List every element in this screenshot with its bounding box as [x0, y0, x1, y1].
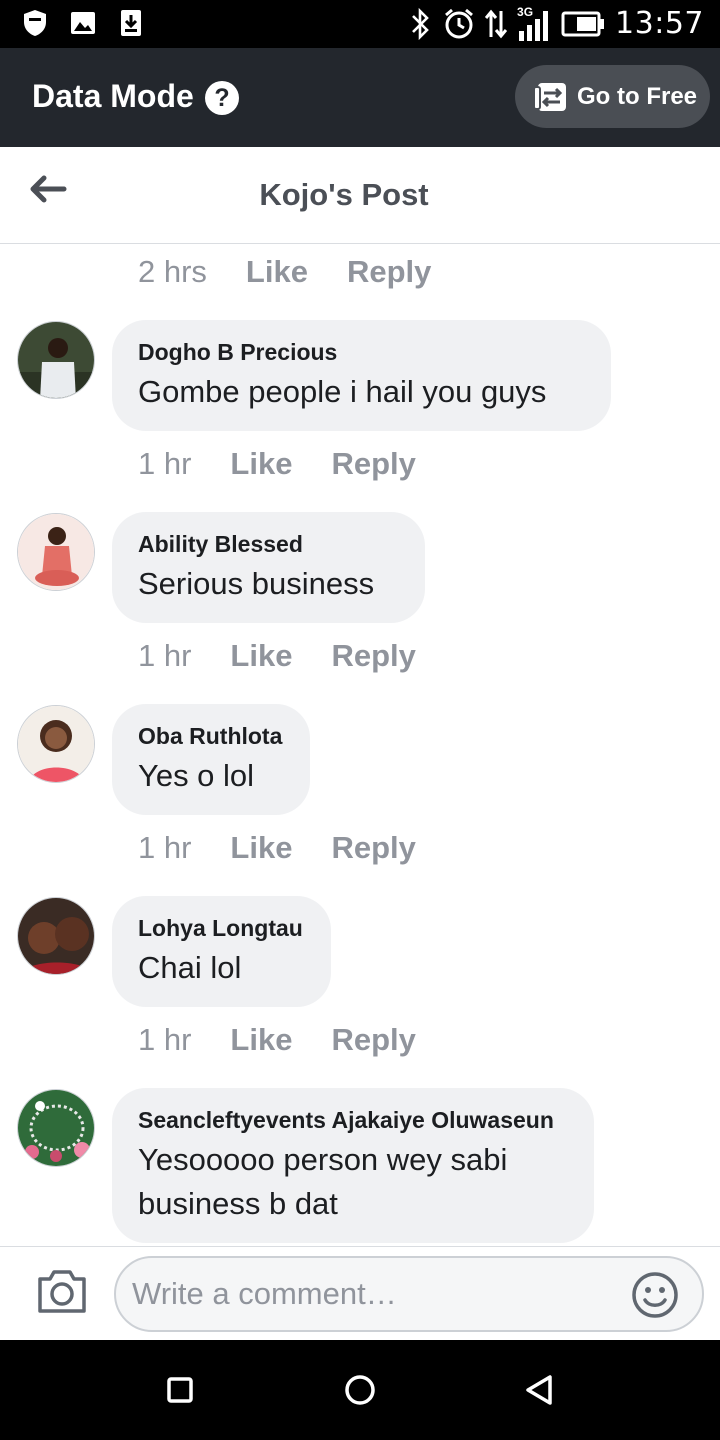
reply-link[interactable]: Reply: [331, 638, 415, 674]
comment-meta: 2 hrs Like Reply: [138, 254, 431, 290]
recents-icon[interactable]: [160, 1370, 200, 1410]
page-title: Kojo's Post: [259, 177, 429, 212]
avatar[interactable]: [17, 1089, 95, 1167]
navigation-bar: [0, 1340, 720, 1440]
comment-time: 1 hr: [138, 1022, 192, 1057]
like-link[interactable]: Like: [230, 830, 292, 866]
comment-author[interactable]: Oba Ruthlota: [138, 722, 284, 750]
back-icon[interactable]: [520, 1370, 560, 1410]
like-link[interactable]: Like: [246, 254, 308, 290]
comment-meta: 1 hr Like Reply: [138, 1022, 416, 1058]
comment-text: Yesooooo person wey sabi business b dat: [138, 1142, 508, 1221]
comment-text: Yes o lol: [138, 758, 255, 793]
like-link[interactable]: Like: [230, 638, 292, 674]
battery-icon: [561, 11, 605, 36]
camera-icon[interactable]: [36, 1267, 88, 1315]
comment-bubble[interactable]: Ability Blessed Serious business: [112, 512, 425, 623]
download-icon: [121, 10, 141, 36]
comment-input[interactable]: Write a comment…: [114, 1256, 704, 1332]
comment-meta: 1 hr Like Reply: [138, 446, 416, 482]
reply-link[interactable]: Reply: [331, 446, 415, 482]
comment-author[interactable]: Lohya Longtau: [138, 914, 305, 942]
comment-placeholder: Write a comment…: [132, 1276, 397, 1311]
comment-time: 1 hr: [138, 830, 192, 865]
avatar[interactable]: [17, 513, 95, 591]
comment-text: Serious business: [138, 566, 375, 601]
comment-text: Chai lol: [138, 950, 242, 985]
home-icon[interactable]: [340, 1370, 380, 1410]
comment-bubble[interactable]: Lohya Longtau Chai lol: [112, 896, 331, 1007]
like-link[interactable]: Like: [230, 446, 292, 482]
status-bar: 3G 13:57: [0, 0, 720, 48]
comment-meta: 1 hr Like Reply: [138, 638, 416, 674]
comment-author[interactable]: Ability Blessed: [138, 530, 399, 558]
post-header: Kojo's Post: [0, 147, 720, 244]
like-link[interactable]: Like: [230, 1022, 292, 1058]
reply-link[interactable]: Reply: [331, 830, 415, 866]
go-to-free-button[interactable]: Go to Free: [515, 65, 710, 128]
signal-icon: 3G: [517, 5, 551, 41]
comment-composer: Write a comment…: [0, 1246, 720, 1340]
data-arrows-icon: [485, 9, 508, 38]
avatar[interactable]: [17, 897, 95, 975]
comment-bubble[interactable]: Oba Ruthlota Yes o lol: [112, 704, 310, 815]
avatar[interactable]: [17, 705, 95, 783]
avatar[interactable]: [17, 321, 95, 399]
shield-icon: [24, 10, 46, 36]
data-mode-title: Data Mode: [32, 78, 194, 114]
bluetooth-icon: [412, 7, 429, 40]
alarm-icon: [445, 8, 473, 38]
status-time: 13:57: [615, 6, 704, 41]
comment-bubble[interactable]: Seancleftyevents Ajakaiye Oluwaseun Yeso…: [112, 1088, 594, 1243]
comment-time: 1 hr: [138, 446, 192, 481]
comment-time: 2 hrs: [138, 254, 207, 289]
data-mode-bar: Data Mode ? Go to Free: [0, 48, 720, 147]
reply-link[interactable]: Reply: [331, 1022, 415, 1058]
comment-text: Gombe people i hail you guys: [138, 374, 547, 409]
comment-meta: 1 hr Like Reply: [138, 830, 416, 866]
comment-time: 1 hr: [138, 638, 192, 673]
comment-author[interactable]: Dogho B Precious: [138, 338, 585, 366]
comment-bubble[interactable]: Dogho B Precious Gombe people i hail you…: [112, 320, 611, 431]
comments-list[interactable]: 2 hrs Like Reply Dogho B Precious Gombe …: [0, 244, 720, 1246]
comment-author[interactable]: Seancleftyevents Ajakaiye Oluwaseun: [138, 1106, 568, 1134]
image-icon: [71, 12, 95, 34]
emoji-icon[interactable]: [630, 1270, 680, 1320]
help-icon[interactable]: ?: [205, 81, 239, 115]
go-to-free-label: Go to Free: [577, 82, 698, 110]
switch-icon: [533, 82, 566, 111]
reply-link[interactable]: Reply: [347, 254, 431, 290]
